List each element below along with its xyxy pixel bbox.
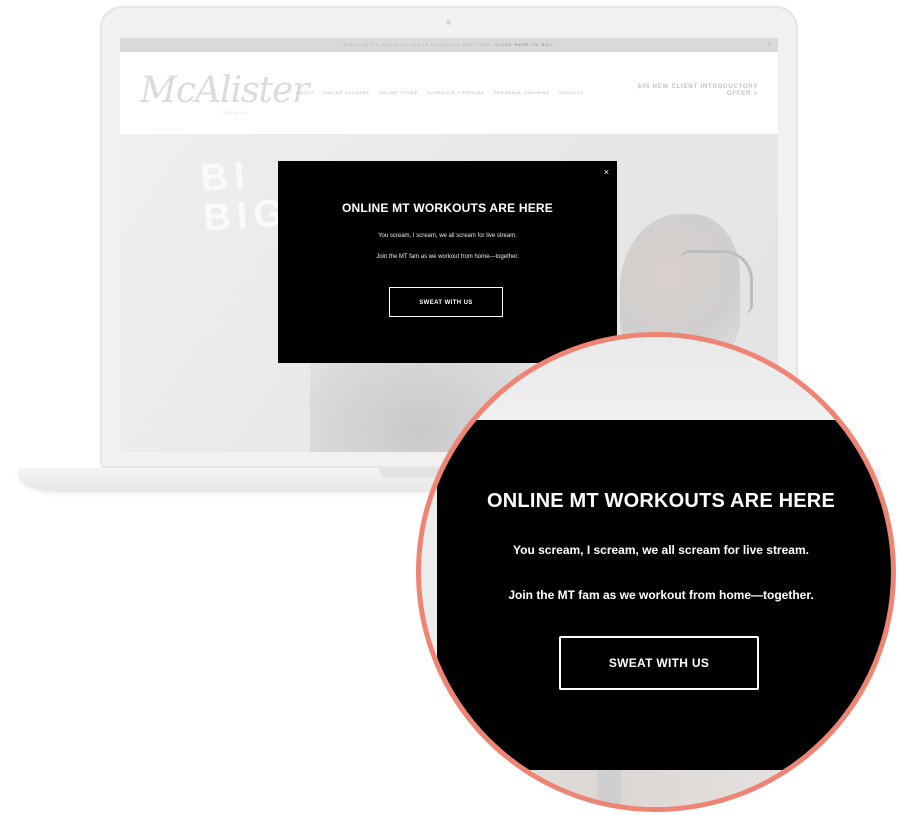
modal-text-line1: You scream, I scream, we all scream for … xyxy=(378,233,517,239)
zoom-photo-detail xyxy=(597,770,621,807)
nav-item-about[interactable]: ABOUT xyxy=(296,90,314,95)
camera-dot xyxy=(446,20,451,25)
main-nav: ABOUT ONLINE CLASSES ONLINE STORE SCHEDU… xyxy=(296,90,584,95)
zoomed-popup-modal: ONLINE MT WORKOUTS ARE HERE You scream, … xyxy=(437,420,891,770)
hero-photo-bike xyxy=(680,250,753,313)
zoomed-sweat-with-us-button[interactable]: SWEAT WITH US xyxy=(559,636,759,690)
nav-item-schedule-pricing[interactable]: SCHEDULE + PRICING xyxy=(427,90,485,95)
announcement-text: DISCOUNTED COVID-19 CLASS PACKAGES ARE H… xyxy=(343,42,494,47)
announcement-link[interactable]: CLICK HERE TO BUY. xyxy=(495,42,554,47)
logo-subtitle: TRAINING xyxy=(220,110,248,115)
intro-offer-link[interactable]: $45 NEW CLIENT INTRODUCTORY OFFER > xyxy=(628,84,758,98)
announcement-close-icon[interactable]: × xyxy=(767,38,772,52)
modal-close-icon[interactable]: × xyxy=(604,167,609,177)
zoomed-modal-text-line1: You scream, I scream, we all scream for … xyxy=(513,543,809,557)
modal-text-line2: Join the MT fam as we workout from home—… xyxy=(376,254,519,260)
zoomed-modal-text-line2: Join the MT fam as we workout from home—… xyxy=(508,588,814,602)
site-logo[interactable]: McAlister xyxy=(140,70,310,111)
nav-item-online-classes[interactable]: ONLINE CLASSES xyxy=(323,90,369,95)
announcement-bar: DISCOUNTED COVID-19 CLASS PACKAGES ARE H… xyxy=(120,38,778,52)
popup-modal: × ONLINE MT WORKOUTS ARE HERE You scream… xyxy=(278,161,617,363)
nav-item-online-store[interactable]: ONLINE STORE xyxy=(379,90,419,95)
zoomed-modal-title: ONLINE MT WORKOUTS ARE HERE xyxy=(487,490,835,512)
nav-item-personal-training[interactable]: PERSONAL TRAINING xyxy=(494,90,550,95)
sweat-with-us-button[interactable]: SWEAT WITH US xyxy=(389,287,503,317)
nav-item-contact[interactable]: CONTACT xyxy=(559,90,584,95)
zoom-background-bottom xyxy=(421,770,891,807)
hero-heading: BI BIG xyxy=(199,153,290,240)
modal-title: ONLINE MT WORKOUTS ARE HERE xyxy=(342,201,553,215)
zoom-magnifier: ONLINE MT WORKOUTS ARE HERE You scream, … xyxy=(416,332,896,812)
zoom-background-top xyxy=(421,337,891,421)
site-header: McAlister TRAINING ABOUT ONLINE CLASSES … xyxy=(120,52,778,134)
